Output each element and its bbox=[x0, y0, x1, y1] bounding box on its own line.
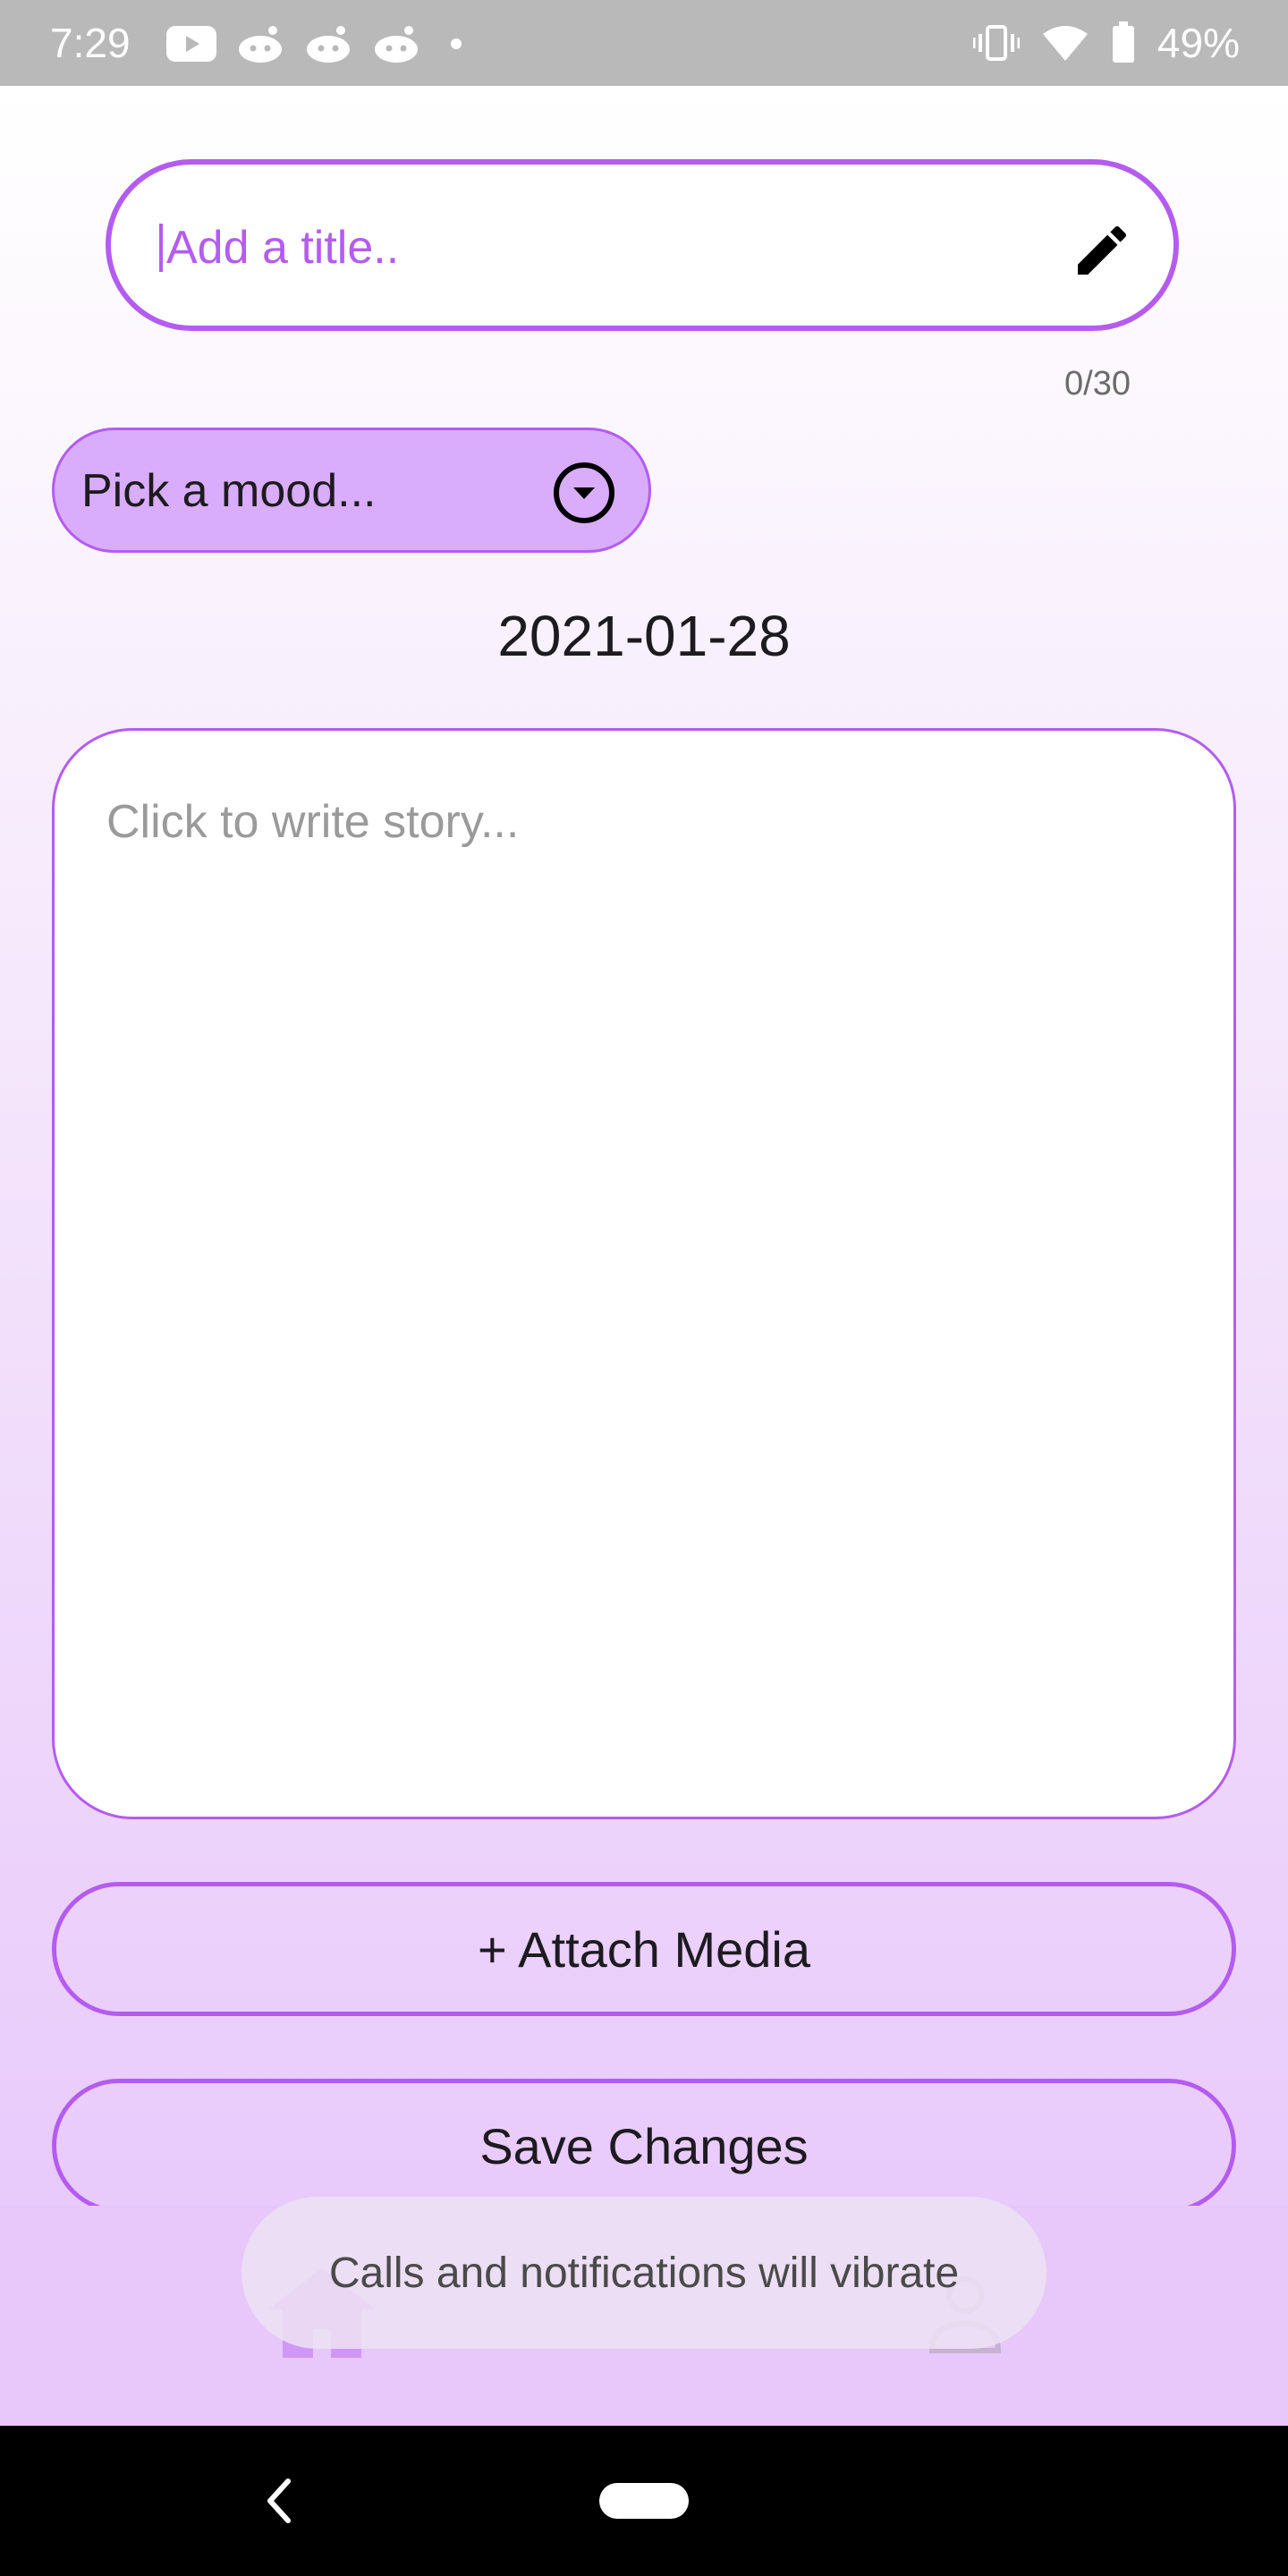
system-icons: 49% bbox=[972, 16, 1240, 70]
text-cursor bbox=[159, 224, 163, 272]
mood-dropdown-label: Pick a mood... bbox=[81, 465, 377, 517]
attach-media-button[interactable]: + Attach Media bbox=[52, 1882, 1236, 2016]
reddit-icon bbox=[375, 26, 418, 63]
system-nav-bar bbox=[0, 2426, 1288, 2576]
home-pill-button[interactable] bbox=[599, 2483, 689, 2519]
title-field[interactable] bbox=[106, 159, 1179, 331]
entry-date: 2021-01-28 bbox=[497, 604, 791, 668]
dot-icon bbox=[451, 38, 462, 49]
title-char-counter: 0/30 bbox=[1064, 365, 1131, 402]
reddit-icon bbox=[307, 26, 350, 63]
journal-editor: 0/30 Pick a mood... 2021-01-28 + Attach … bbox=[0, 86, 1288, 2426]
dropdown-circle-icon bbox=[554, 462, 614, 523]
story-input[interactable] bbox=[105, 793, 1182, 1763]
story-field[interactable] bbox=[52, 728, 1236, 1819]
save-changes-button[interactable]: Save Changes bbox=[52, 2079, 1236, 2213]
pencil-icon[interactable] bbox=[1070, 218, 1134, 283]
battery-percent: 49% bbox=[1157, 20, 1240, 66]
wifi-icon bbox=[1042, 26, 1088, 61]
mood-dropdown[interactable]: Pick a mood... bbox=[52, 428, 651, 553]
back-icon[interactable] bbox=[261, 2476, 297, 2526]
vibrate-icon bbox=[972, 25, 1020, 61]
notification-icons bbox=[166, 21, 472, 66]
title-input[interactable] bbox=[165, 200, 1045, 295]
status-bar: 7:29 49% bbox=[0, 0, 1288, 86]
status-time: 7:29 bbox=[50, 20, 131, 66]
youtube-icon bbox=[166, 26, 216, 62]
battery-icon bbox=[1112, 21, 1134, 63]
toast-notification: Calls and notifications will vibrate bbox=[242, 2197, 1046, 2349]
reddit-icon bbox=[239, 26, 282, 63]
